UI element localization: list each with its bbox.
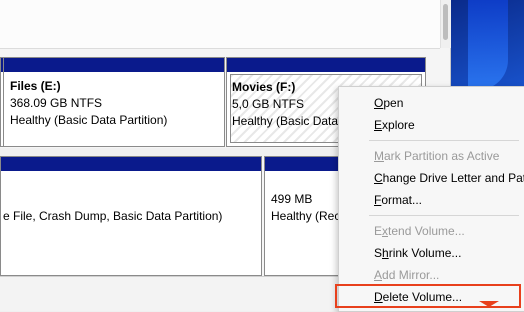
context-menu: Open Explore Mark Partition as Active Ch… bbox=[335, 86, 524, 312]
menu-item-open[interactable]: Open bbox=[374, 95, 403, 111]
menu-item-mark-active[interactable]: Mark Partition as Active bbox=[374, 148, 499, 164]
menu-item-explore[interactable]: Explore bbox=[374, 117, 415, 133]
menu-label: xplore bbox=[382, 118, 415, 132]
menu-item-change-drive-letter[interactable]: Change Drive Letter and Path bbox=[374, 170, 524, 186]
menu-separator bbox=[369, 215, 519, 216]
volume-list-pane bbox=[0, 0, 440, 49]
menu-label: dd Mirror... bbox=[382, 268, 440, 282]
menu-item-shrink-volume[interactable]: Shrink Volume... bbox=[374, 245, 461, 261]
mnemonic: M bbox=[374, 149, 384, 163]
menu-label: ormat... bbox=[381, 193, 423, 207]
partition-name: Files (E:) bbox=[10, 79, 61, 93]
menu-item-extend-volume[interactable]: Extend Volume... bbox=[374, 223, 465, 239]
mnemonic: C bbox=[374, 171, 383, 185]
partition-header-bar bbox=[4, 58, 224, 72]
partition-status: Healthy (Rec bbox=[271, 209, 341, 223]
partition-status: Healthy (Basic Data Partition) bbox=[10, 113, 168, 127]
menu-separator bbox=[369, 140, 519, 141]
partition-info: e File, Crash Dump, Basic Data Partition… bbox=[3, 208, 222, 225]
partition-header-bar bbox=[1, 157, 261, 171]
scrollbar-thumb[interactable] bbox=[443, 4, 448, 40]
partition-info: 499 MB Healthy (Rec bbox=[271, 191, 340, 225]
partition-files-e[interactable]: Files (E:) 368.09 GB NTFS Healthy (Basic… bbox=[3, 57, 225, 147]
partition-header-bar bbox=[227, 58, 425, 72]
menu-label: S bbox=[374, 246, 383, 260]
menu-label: ark Partition as Active bbox=[384, 149, 500, 163]
mnemonic: E bbox=[374, 118, 383, 132]
menu-label: E bbox=[374, 224, 383, 238]
partition-system[interactable]: e File, Crash Dump, Basic Data Partition… bbox=[0, 156, 262, 276]
menu-label: tend Volume... bbox=[388, 224, 465, 238]
partition-status: e File, Crash Dump, Basic Data Partition… bbox=[3, 209, 223, 223]
mnemonic: O bbox=[374, 96, 384, 110]
mnemonic: h bbox=[382, 246, 389, 260]
menu-label: hange Drive Letter and Path bbox=[382, 171, 524, 185]
menu-label: pen bbox=[383, 96, 404, 110]
partition-size: 499 MB bbox=[271, 192, 313, 206]
mnemonic: A bbox=[374, 268, 383, 282]
menu-item-add-mirror[interactable]: Add Mirror... bbox=[374, 267, 439, 283]
partition-size: 368.09 GB NTFS bbox=[10, 96, 103, 110]
menu-label: rink Volume... bbox=[388, 246, 462, 260]
pointer-arrow-icon bbox=[479, 301, 499, 307]
vertical-scrollbar[interactable] bbox=[440, 0, 451, 48]
partition-info: Files (E:) 368.09 GB NTFS Healthy (Basic… bbox=[10, 78, 167, 129]
menu-item-format[interactable]: Format... bbox=[374, 192, 422, 208]
